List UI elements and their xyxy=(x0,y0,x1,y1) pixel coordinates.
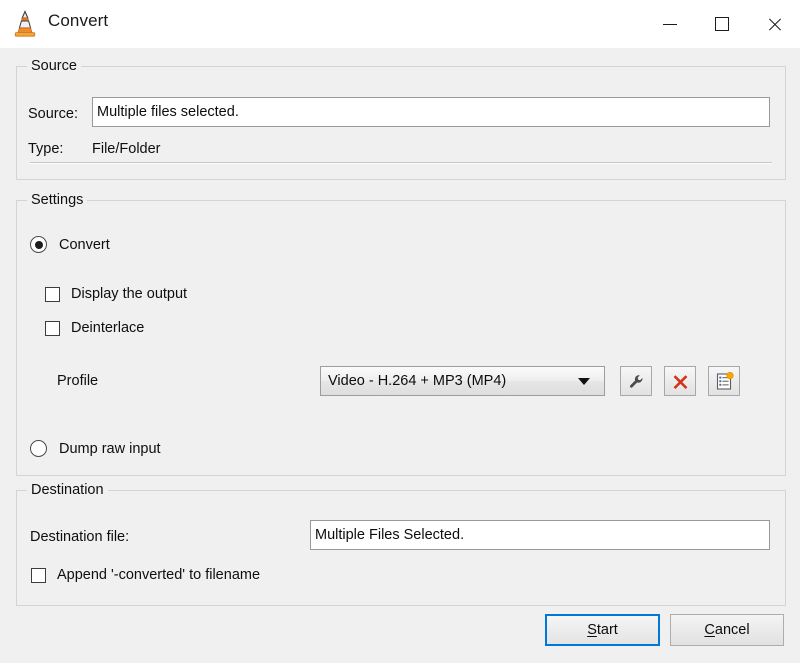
destination-file-input[interactable]: Multiple Files Selected. xyxy=(310,520,770,550)
settings-group: Settings xyxy=(16,192,786,476)
dump-raw-input-radio[interactable]: Dump raw input xyxy=(30,440,161,457)
display-output-checkbox[interactable]: Display the output xyxy=(45,286,187,302)
convert-radio[interactable]: Convert xyxy=(30,236,110,253)
dump-raw-input-label: Dump raw input xyxy=(59,440,161,457)
maximize-icon xyxy=(715,17,729,31)
display-output-label: Display the output xyxy=(71,286,188,302)
checkbox-indicator-append-converted xyxy=(31,567,46,583)
minimize-button[interactable] xyxy=(644,0,696,48)
minimize-icon xyxy=(663,23,677,25)
convert-radio-label: Convert xyxy=(59,236,110,253)
deinterlace-label: Deinterlace xyxy=(71,320,145,336)
vlc-cone-icon xyxy=(12,10,38,38)
create-profile-button[interactable] xyxy=(708,366,740,396)
source-input[interactable]: Multiple files selected. xyxy=(92,97,770,127)
start-rest: tart xyxy=(596,622,618,638)
profile-label: Profile xyxy=(57,373,99,389)
wrench-icon xyxy=(629,374,642,388)
source-label: Source: xyxy=(28,106,78,122)
source-separator xyxy=(30,162,772,164)
maximize-button[interactable] xyxy=(696,0,748,48)
chevron-down-icon xyxy=(578,377,590,385)
destination-group-legend: Destination xyxy=(27,482,108,498)
checkbox-indicator-display-output xyxy=(45,286,60,302)
close-icon xyxy=(767,17,782,32)
source-group-legend: Source xyxy=(27,58,81,74)
profile-select[interactable]: Video - H.264 + MP3 (MP4) xyxy=(320,366,605,396)
append-converted-checkbox[interactable]: Append '-converted' to filename xyxy=(31,567,260,583)
window-controls xyxy=(644,0,800,48)
checkbox-indicator-deinterlace xyxy=(45,320,60,336)
start-accel: S xyxy=(587,622,597,638)
settings-group-legend: Settings xyxy=(27,192,88,208)
cancel-accel: C xyxy=(704,622,715,638)
red-x-icon xyxy=(673,374,687,389)
deinterlace-checkbox[interactable]: Deinterlace xyxy=(45,320,144,336)
destination-file-label: Destination file: xyxy=(30,529,130,545)
new-profile-icon xyxy=(716,371,734,390)
type-label: Type: xyxy=(28,141,64,157)
delete-profile-button[interactable] xyxy=(664,366,696,396)
start-button[interactable]: Start xyxy=(545,614,660,646)
radio-indicator-dump-raw xyxy=(30,440,47,457)
radio-indicator-convert xyxy=(30,236,47,253)
edit-profile-button[interactable] xyxy=(620,366,652,396)
cancel-rest: ancel xyxy=(714,622,750,638)
profile-select-value: Video - H.264 + MP3 (MP4) xyxy=(328,373,507,389)
type-value: File/Folder xyxy=(92,141,161,157)
window-title: Convert xyxy=(48,11,109,30)
cancel-button[interactable]: Cancel xyxy=(670,614,784,646)
append-converted-label: Append '-converted' to filename xyxy=(57,567,261,583)
close-button[interactable] xyxy=(748,0,800,48)
title-bar: Convert xyxy=(0,0,800,48)
convert-dialog-body: Source Source: Multiple files selected. … xyxy=(0,48,800,663)
